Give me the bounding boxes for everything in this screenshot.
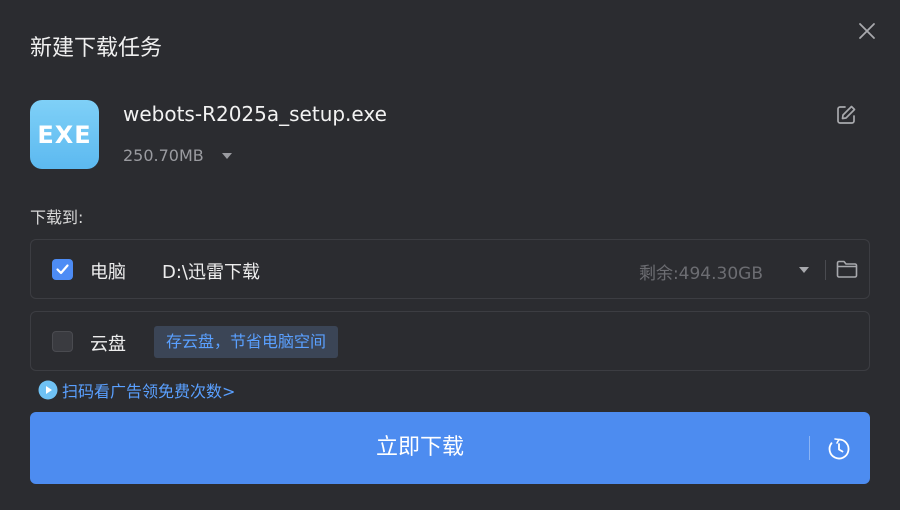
play-icon (38, 380, 58, 400)
destination-option-pc[interactable]: 电脑 D:\迅雷下载 剩余:494.30GB (30, 239, 870, 299)
file-type-icon: EXE (30, 100, 99, 169)
pc-label: 电脑 (90, 262, 126, 283)
cloud-checkbox[interactable] (52, 331, 73, 352)
divider (825, 260, 826, 280)
download-now-button[interactable]: 立即下载 (30, 412, 870, 484)
chevron-down-icon[interactable] (220, 149, 234, 163)
edit-icon (837, 105, 856, 124)
file-name: webots-R2025a_setup.exe (123, 102, 387, 126)
pc-checkbox[interactable] (52, 259, 73, 280)
destination-label: 下载到: (30, 208, 84, 227)
destination-option-cloud[interactable]: 云盘 存云盘，节省电脑空间 (30, 311, 870, 371)
divider (809, 436, 810, 460)
browse-folder-button[interactable] (835, 257, 859, 281)
chevron-down-icon[interactable] (797, 263, 811, 277)
file-size-row: 250.70MB (123, 146, 234, 165)
close-icon (859, 23, 875, 39)
free-space: 剩余:494.30GB (638, 264, 763, 284)
close-button[interactable] (856, 20, 878, 42)
file-type-label: EXE (37, 120, 92, 149)
folder-icon (836, 260, 858, 278)
cloud-tip: 存云盘，节省电脑空间 (154, 326, 339, 358)
schedule-download-button[interactable] (827, 437, 851, 461)
file-size: 250.70MB (123, 146, 204, 165)
download-path[interactable]: D:\迅雷下载 (162, 258, 260, 284)
cloud-label: 云盘 (90, 334, 126, 355)
promo-text: 扫码看广告领免费次数> (62, 382, 236, 401)
promo-link[interactable]: 扫码看广告领免费次数> (38, 378, 235, 402)
rename-button[interactable] (835, 104, 857, 126)
download-now-label: 立即下载 (375, 435, 464, 460)
check-icon (56, 264, 69, 275)
dialog-title: 新建下载任务 (30, 36, 163, 61)
clock-icon (828, 438, 850, 460)
